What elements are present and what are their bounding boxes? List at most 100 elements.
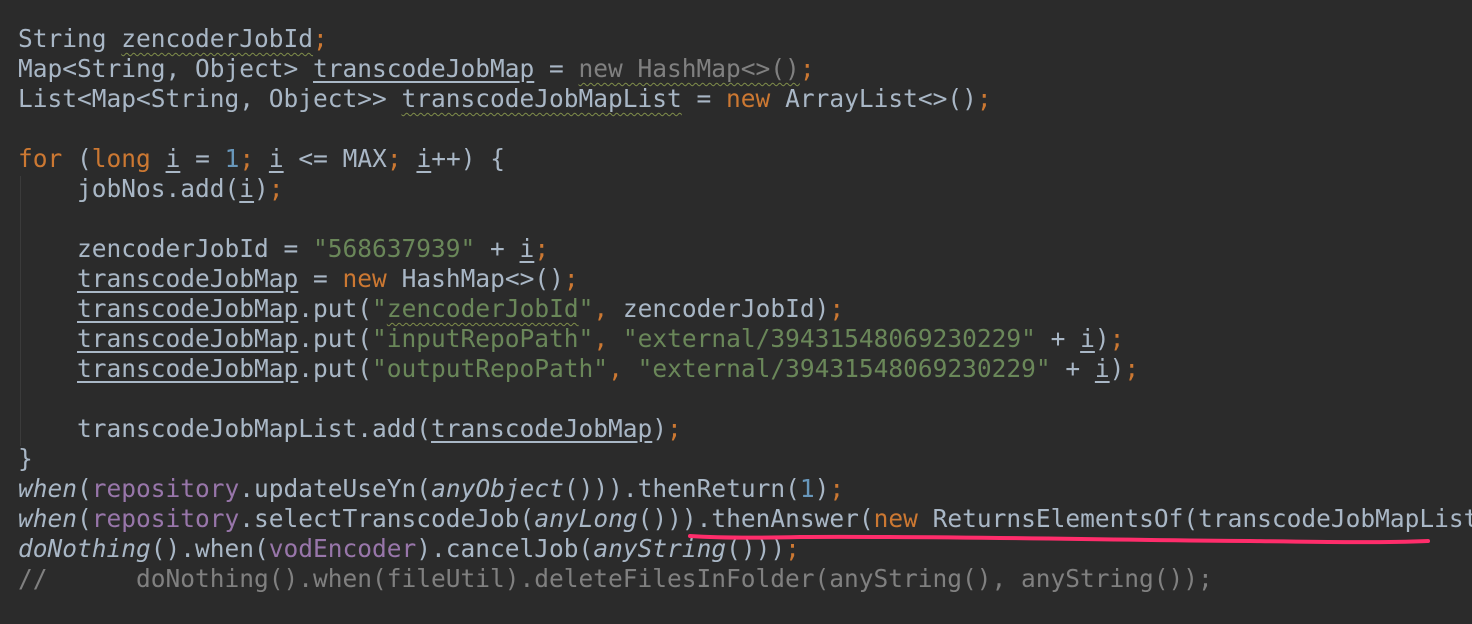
code-line[interactable]: zencoderJobId = "568637939" + i; [18, 234, 549, 264]
code-token: long [91, 144, 151, 173]
code-token: anyString [593, 534, 727, 563]
code-line[interactable]: when(repository.updateUseYn(anyObject())… [18, 474, 844, 504]
code-token: .put( [298, 294, 373, 323]
code-token: <= MAX [283, 144, 387, 173]
code-token: .put( [298, 324, 373, 353]
code-token: ( [77, 504, 92, 533]
code-token: jobNos.add( [18, 174, 240, 203]
code-token: .updateUseYn( [239, 474, 432, 503]
code-token: ())).thenAnswer( [637, 504, 874, 533]
code-token: transcodeJobMap [431, 414, 653, 443]
code-token: ; [1124, 354, 1140, 383]
code-token: zencoderJobId) [622, 294, 830, 323]
code-line[interactable]: List<Map<String, Object>> transcodeJobMa… [18, 84, 992, 114]
code-line[interactable]: String zencoderJobId; [18, 24, 328, 54]
code-token: anyObject [431, 474, 564, 503]
code-token: ; [239, 144, 255, 173]
code-token: i [165, 144, 181, 173]
code-token: .selectTranscodeJob( [239, 504, 535, 533]
code-token: transcodeJobMap [77, 264, 299, 293]
code-line[interactable]: // doNothing().when(fileUtil).deleteFile… [18, 564, 1213, 594]
code-token: transcodeJobMap [77, 324, 299, 353]
code-token: transcodeJobMapList.add( [18, 414, 432, 443]
code-token: transcodeJobMap [77, 354, 299, 383]
code-token: "external/39431548069230229" [637, 354, 1051, 383]
code-token: ( [62, 144, 92, 173]
code-token: ; [829, 474, 845, 503]
code-editor[interactable]: String zencoderJobId; Map<String, Object>… [0, 0, 1472, 624]
code-token: String [18, 24, 122, 53]
code-line[interactable]: for (long i = 1; i <= MAX; i++) { [18, 144, 505, 174]
code-token: ; [667, 414, 682, 443]
code-token: ).cancelJob( [416, 534, 594, 563]
code-token: 1 [799, 474, 815, 503]
code-token: List<Map<String, Object>> [18, 84, 402, 113]
code-token: + [475, 234, 520, 263]
code-token: ; [313, 24, 328, 53]
code-line[interactable]: transcodeJobMap.put("zencoderJobId", zen… [18, 294, 844, 324]
code-token: ; [534, 234, 550, 263]
code-token: transcodeJobMapList [401, 84, 682, 113]
code-line[interactable]: doNothing().when(vodEncoder).cancelJob(a… [18, 534, 800, 564]
code-token: ReturnsElementsOf(transcodeJobMapList)) [917, 504, 1472, 533]
code-token: = [681, 84, 727, 113]
code-token: when [18, 474, 78, 503]
code-token: , [593, 294, 623, 323]
code-line[interactable]: } [18, 444, 33, 474]
code-token: Map<String, Object> [18, 54, 314, 83]
code-token: = [298, 264, 343, 293]
code-token: ; [976, 84, 992, 113]
code-token: = [180, 144, 225, 173]
code-token: i [519, 234, 535, 263]
code-token: + [1050, 354, 1095, 383]
code-token: doNothing [18, 534, 151, 563]
code-token: new [873, 504, 918, 533]
code-line[interactable]: transcodeJobMapList.add(transcodeJobMap)… [18, 414, 682, 444]
code-token: new [726, 84, 771, 113]
code-line[interactable]: transcodeJobMap = new HashMap<>(); [18, 264, 579, 294]
code-token: ; [386, 144, 402, 173]
code-token: ) [1094, 324, 1110, 353]
code-token: "external/39431548069230229" [622, 324, 1036, 353]
code-line[interactable]: jobNos.add(i); [18, 174, 284, 204]
code-token: new [342, 264, 387, 293]
code-token: for [18, 144, 63, 173]
code-token: = [534, 54, 579, 83]
code-token: ().when( [150, 534, 269, 563]
code-line[interactable]: Map<String, Object> transcodeJobMap = ne… [18, 54, 815, 84]
code-token: ; [799, 54, 815, 83]
code-token: vodEncoder [268, 534, 417, 563]
code-token: ++) { [431, 144, 505, 173]
code-token: ; [1109, 324, 1125, 353]
code-token: ; [829, 294, 845, 323]
code-token: , [593, 324, 623, 353]
code-token: .put( [298, 354, 373, 383]
code-token: " [372, 294, 387, 323]
code-token: ) [1109, 354, 1125, 383]
code-token: ())) [726, 534, 786, 563]
code-token: i [416, 144, 432, 173]
code-token: , [608, 354, 638, 383]
code-token: 1 [224, 144, 240, 173]
code-token: zencoderJobId [386, 294, 579, 323]
code-token: ; [268, 174, 284, 203]
code-token: ) [254, 174, 269, 203]
code-token: i [268, 144, 284, 173]
code-token: " [578, 294, 594, 323]
code-token: anyLong [534, 504, 638, 533]
code-token: new HashMap<>() [578, 54, 800, 83]
code-line[interactable]: transcodeJobMap.put("outputRepoPath", "e… [18, 354, 1139, 384]
code-token: ) [652, 414, 668, 443]
code-line[interactable]: when(repository.selectTranscodeJob(anyLo… [18, 504, 1472, 534]
code-token: repository [91, 504, 240, 533]
code-line[interactable]: transcodeJobMap.put("inputRepoPath", "ex… [18, 324, 1124, 354]
code-token: when [18, 504, 78, 533]
code-token: transcodeJobMap [77, 294, 299, 323]
